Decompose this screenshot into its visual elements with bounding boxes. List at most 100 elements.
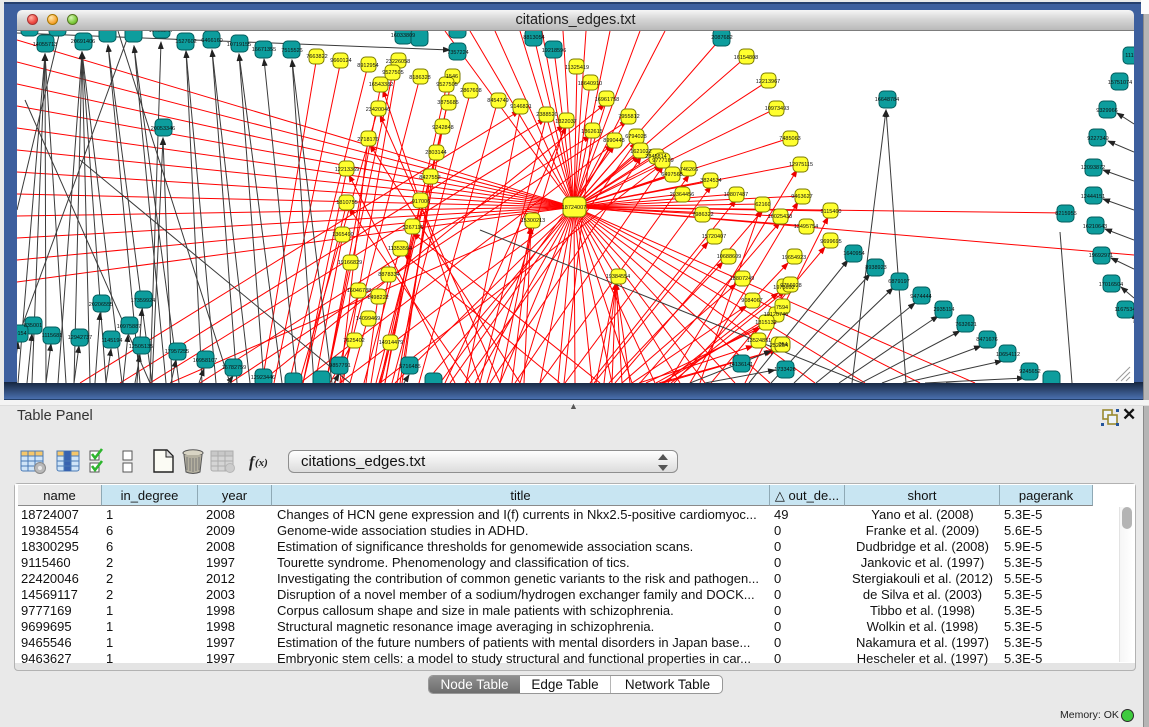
svg-text:9463627: 9463627 <box>791 194 812 200</box>
svg-text:9756928: 9756928 <box>780 283 801 289</box>
svg-text:6879197: 6879197 <box>888 279 909 285</box>
svg-text:14055713: 14055713 <box>33 42 57 48</box>
svg-text:18807249: 18807249 <box>730 276 754 282</box>
svg-text:10807487: 10807487 <box>724 192 748 198</box>
svg-text:7594: 7594 <box>776 305 788 311</box>
svg-text:11325419: 11325419 <box>565 65 589 71</box>
svg-text:1365490: 1365490 <box>332 232 353 238</box>
svg-text:16782759: 16782759 <box>222 365 246 371</box>
svg-text:9115460: 9115460 <box>820 209 841 215</box>
svg-text:9329966: 9329966 <box>1096 108 1117 114</box>
svg-text:1167534: 1167534 <box>1114 307 1134 313</box>
svg-text:9527505: 9527505 <box>382 70 403 76</box>
svg-text:16210643: 16210643 <box>1083 224 1107 230</box>
svg-text:8186328: 8186328 <box>409 75 430 81</box>
svg-text:7663822: 7663822 <box>306 54 327 60</box>
svg-text:10719155: 10719155 <box>227 42 251 48</box>
svg-text:9245652: 9245652 <box>1019 369 1040 375</box>
svg-text:12213967: 12213967 <box>756 79 780 85</box>
svg-text:917006: 917006 <box>412 199 430 205</box>
svg-text:19384554: 19384554 <box>606 274 630 280</box>
svg-text:1117: 1117 <box>1125 53 1134 59</box>
svg-text:8454749: 8454749 <box>487 98 508 104</box>
svg-text:10688609: 10688609 <box>717 254 741 260</box>
svg-text:12942737: 12942737 <box>68 335 92 341</box>
svg-text:10025438: 10025438 <box>768 214 792 220</box>
svg-text:19166829: 19166829 <box>338 260 362 266</box>
svg-text:9777169: 9777169 <box>652 158 673 164</box>
svg-text:9242848: 9242848 <box>432 125 453 131</box>
svg-text:23420046: 23420046 <box>366 107 390 113</box>
svg-text:10973493: 10973493 <box>765 106 789 112</box>
svg-text:7986322: 7986322 <box>692 212 713 218</box>
svg-text:9660124: 9660124 <box>330 58 351 64</box>
svg-text:8471676: 8471676 <box>976 337 997 343</box>
svg-text:12213369: 12213369 <box>335 167 359 173</box>
svg-text:12093872: 12093872 <box>1081 165 1105 171</box>
svg-text:6794028: 6794028 <box>625 134 646 140</box>
svg-text:12975115: 12975115 <box>789 162 813 168</box>
svg-text:5716485: 5716485 <box>399 364 420 370</box>
svg-text:9474444: 9474444 <box>910 294 931 300</box>
svg-text:13495754: 13495754 <box>794 224 818 230</box>
svg-text:20364456: 20364456 <box>670 192 694 198</box>
svg-text:18640910: 18640910 <box>578 81 602 87</box>
svg-text:1322037: 1322037 <box>555 119 576 125</box>
svg-text:8215955: 8215955 <box>1055 211 1076 217</box>
svg-text:2803144: 2803144 <box>425 150 446 156</box>
svg-text:9857791: 9857791 <box>329 363 350 369</box>
svg-text:7485063: 7485063 <box>779 136 800 142</box>
svg-text:12923446: 12923446 <box>251 375 275 381</box>
svg-text:16671355: 16671355 <box>252 47 276 53</box>
svg-text:9527505: 9527505 <box>436 82 457 88</box>
svg-text:10653267: 10653267 <box>149 31 173 34</box>
svg-text:13524851: 13524851 <box>747 338 771 344</box>
svg-text:20053346: 20053346 <box>151 126 175 132</box>
svg-text:16046788: 16046788 <box>347 288 371 294</box>
svg-text:19654923: 19654923 <box>782 255 806 261</box>
svg-text:1115681: 1115681 <box>42 333 63 339</box>
svg-text:15720407: 15720407 <box>702 234 726 240</box>
svg-text:20691406: 20691406 <box>71 39 95 45</box>
svg-text:2867608: 2867608 <box>460 88 481 94</box>
svg-text:14914479: 14914479 <box>379 340 403 346</box>
svg-text:19218596: 19218596 <box>542 48 566 54</box>
svg-text:10975887: 10975887 <box>117 324 141 330</box>
svg-text:1145194: 1145194 <box>101 338 122 344</box>
svg-text:7515526: 7515526 <box>281 48 302 54</box>
svg-text:9227349: 9227349 <box>1087 136 1108 142</box>
svg-text:3875685: 3875685 <box>437 100 458 106</box>
svg-text:9146821: 9146821 <box>510 104 531 110</box>
svg-text:17359924: 17359924 <box>131 298 155 304</box>
svg-text:1498222: 1498222 <box>367 295 388 301</box>
svg-text:7625402: 7625402 <box>343 338 364 344</box>
svg-text:14136141: 14136141 <box>729 362 753 368</box>
svg-text:1527602: 1527602 <box>175 39 196 45</box>
svg-text:1810755: 1810755 <box>336 200 357 206</box>
svg-text:1640954: 1640954 <box>843 251 864 257</box>
svg-text:16033809: 16033809 <box>391 33 415 39</box>
svg-text:2718176: 2718176 <box>357 137 378 143</box>
svg-text:14099469: 14099469 <box>356 316 380 322</box>
svg-text:18724007: 18724007 <box>562 205 586 211</box>
svg-text:9084067: 9084067 <box>741 298 762 304</box>
svg-text:16543382: 16543382 <box>369 82 393 88</box>
svg-text:10958107: 10958107 <box>193 358 217 364</box>
svg-text:62160: 62160 <box>755 202 770 208</box>
svg-text:10120746: 10120746 <box>764 312 788 318</box>
svg-text:19692971: 19692971 <box>1089 253 1113 259</box>
svg-text:8427552: 8427552 <box>419 175 440 181</box>
svg-text:39154: 39154 <box>17 331 27 337</box>
svg-text:7357224: 7357224 <box>447 50 468 56</box>
svg-text:8912954: 8912954 <box>357 63 378 69</box>
svg-text:8813054: 8813054 <box>523 35 544 41</box>
svg-text:16961758: 16961758 <box>595 97 619 103</box>
svg-text:12444151: 12444151 <box>1081 194 1105 200</box>
svg-text:2388520: 2388520 <box>536 112 557 118</box>
svg-text:6497568: 6497568 <box>661 172 682 178</box>
svg-text:2087682: 2087682 <box>711 35 732 41</box>
svg-text:8878334: 8878334 <box>378 272 399 278</box>
svg-text:2935114: 2935114 <box>933 307 954 313</box>
svg-text:10654112: 10654112 <box>996 352 1020 358</box>
svg-text:17957255: 17957255 <box>165 349 189 355</box>
